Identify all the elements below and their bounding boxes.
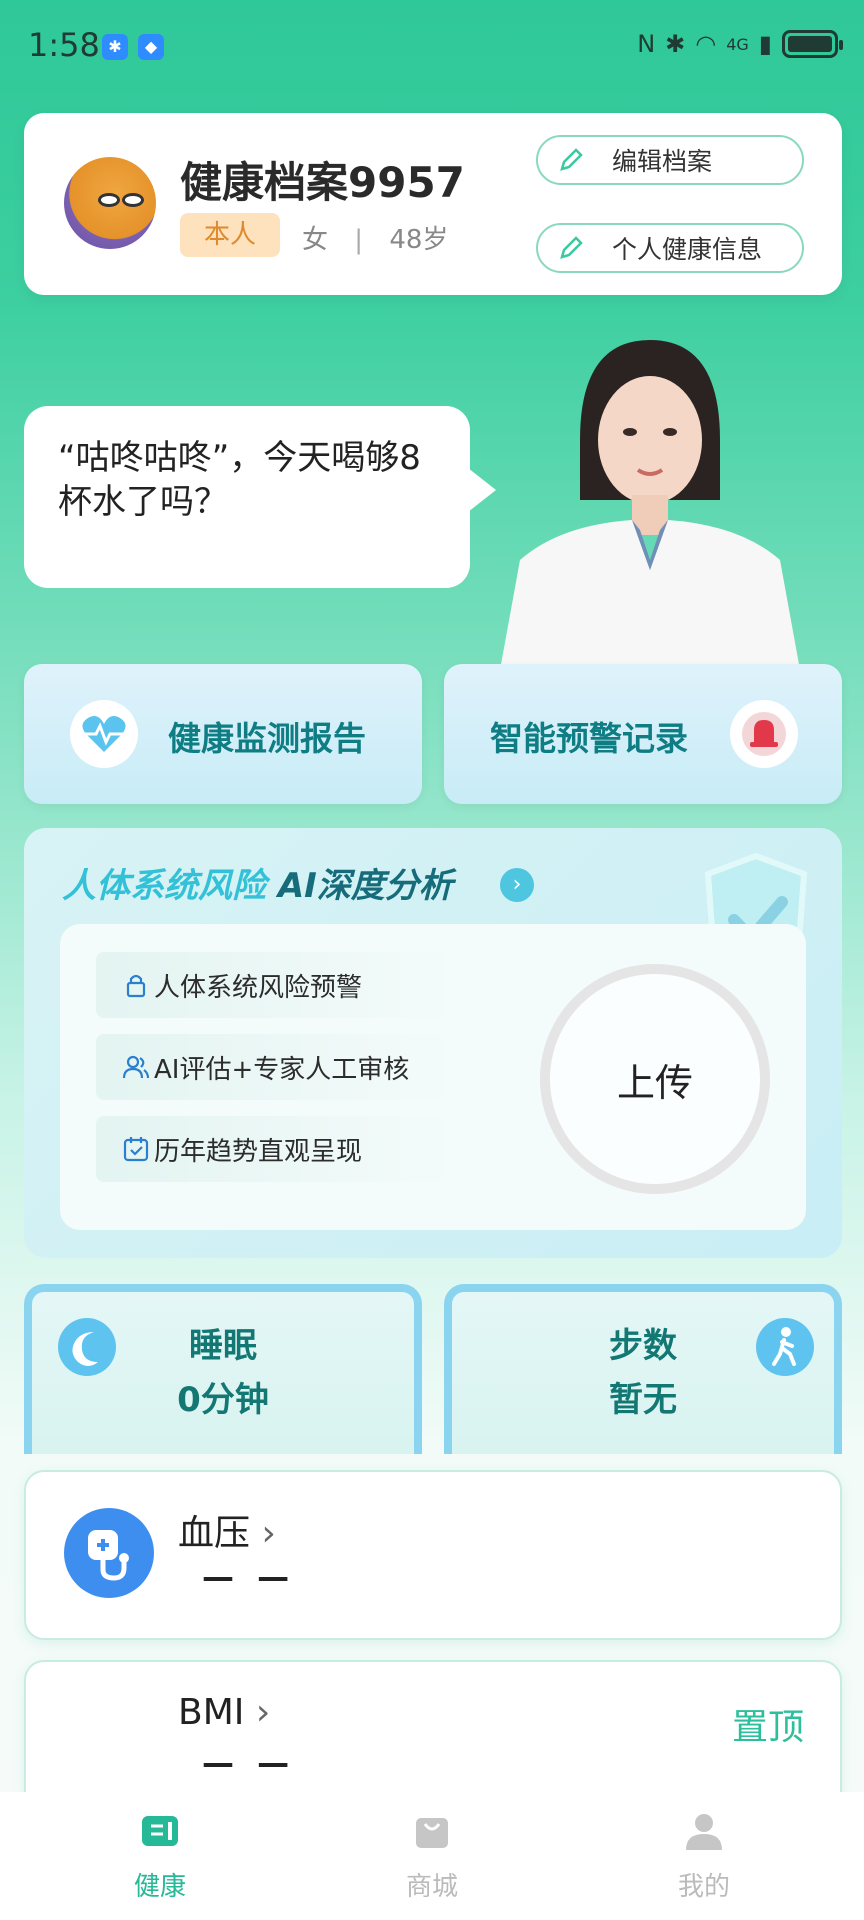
feature-label: AI评估+专家人工审核 [154, 1054, 410, 1085]
ai-analysis-panel: 人体系统风险预警 AI评估+专家人工审核 历年趋势直观呈现 上传 [60, 924, 806, 1230]
stethoscope-icon [64, 1508, 154, 1598]
chevron-right-icon: › [255, 1692, 271, 1733]
shield-app-icon: ◆ [138, 34, 164, 60]
chevron-right-icon: › [261, 1513, 276, 1554]
chevron-right-icon[interactable]: › [500, 868, 534, 902]
user-icon [686, 1814, 722, 1850]
steps-value: 暂无 [609, 1380, 677, 1420]
walking-icon [756, 1318, 814, 1376]
tab-mine[interactable]: 我的 [624, 1810, 784, 1903]
profile-card: 健康档案9957 本人 女 | 48岁 编辑档案 个人健康信息 [24, 113, 842, 295]
blood-pressure-label: 血压 [178, 1513, 251, 1554]
tab-mine-label: 我的 [677, 1872, 730, 1902]
avatar[interactable] [64, 157, 156, 249]
profile-meta: 女 | 48岁 [302, 219, 448, 256]
sleep-card[interactable]: 睡眠 0分钟 [24, 1284, 422, 1454]
personal-health-info-button[interactable]: 个人健康信息 [536, 223, 804, 273]
blood-pressure-card[interactable]: 血压 › — — [24, 1470, 842, 1640]
health-report-card[interactable]: 健康监测报告 [24, 664, 422, 804]
feature-label: 人体系统风险预警 [154, 972, 363, 1003]
heart-monitor-icon [70, 700, 138, 768]
shopping-bag-icon [416, 1818, 448, 1848]
blood-pressure-title: 血压 › [178, 1504, 276, 1556]
bluetooth-icon: ✱ [102, 34, 128, 60]
status-time: 1:58 [28, 26, 100, 64]
sleep-label: 睡眠 [189, 1326, 257, 1366]
profile-name: 健康档案9957 [180, 158, 465, 207]
feature-ai-expert-review: AI评估+专家人工审核 [96, 1034, 456, 1100]
alarm-bell-icon [730, 700, 798, 768]
meta-separator: | [354, 225, 364, 255]
gender-text: 女 [302, 225, 329, 255]
calendar-check-icon [123, 1137, 149, 1162]
doctor-avatar-illustration [500, 340, 800, 670]
sleep-value: 0分钟 [177, 1380, 269, 1420]
bmi-label: BMI [178, 1692, 245, 1733]
pencil-icon [560, 148, 583, 171]
pencil-icon [560, 236, 583, 259]
feature-label: 历年趋势直观呈现 [154, 1136, 363, 1167]
ai-title-part1: 人体系统风险 [62, 866, 266, 906]
feature-yearly-trend: 历年趋势直观呈现 [96, 1116, 456, 1182]
tab-health[interactable]: 健康 [80, 1810, 240, 1903]
edit-profile-label: 编辑档案 [612, 147, 713, 176]
bluetooth-status-icon: ✱ [665, 30, 686, 58]
tab-mall[interactable]: 商城 [352, 1810, 512, 1903]
ai-analysis-title: 人体系统风险 AI深度分析 [62, 858, 453, 907]
tab-health-label: 健康 [133, 1872, 186, 1902]
smart-warning-card[interactable]: 智能预警记录 [444, 664, 842, 804]
battery-icon [782, 30, 843, 58]
upload-button[interactable]: 上传 [540, 964, 770, 1194]
bottom-tab-bar: 健康 商城 我的 [0, 1792, 864, 1920]
assistant-speech-bubble: “咕咚咕咚”，今天喝够8杯水了吗？ [24, 406, 496, 588]
nfc-icon: N [637, 30, 656, 58]
relation-tag: 本人 [180, 213, 280, 257]
smart-warning-label: 智能预警记录 [490, 719, 688, 758]
feature-risk-warning: 人体系统风险预警 [96, 952, 456, 1018]
health-dashboard-icon [142, 1816, 178, 1846]
tab-mall-label: 商城 [405, 1872, 458, 1902]
ai-title-part2: AI深度分析 [266, 866, 453, 906]
status-bar: 1:58 ✱ ◆ N ✱ ◠ 4G ▮ [0, 0, 864, 90]
pin-to-top-button[interactable]: 置顶 [732, 1698, 804, 1750]
edit-profile-button[interactable]: 编辑档案 [536, 135, 804, 185]
signal-icon: ▮ [758, 30, 772, 58]
bmi-value: — — [202, 1744, 296, 1782]
personal-health-info-label: 个人健康信息 [612, 235, 763, 264]
status-icons: N ✱ ◠ 4G ▮ [637, 30, 843, 58]
health-report-label: 健康监测报告 [168, 719, 366, 758]
blood-pressure-value: — — [202, 1558, 296, 1596]
age-text: 48岁 [389, 225, 449, 255]
users-icon [122, 1055, 150, 1079]
ai-risk-analysis-card[interactable]: 人体系统风险 AI深度分析 › 人体系统风险预警 AI评估+专家人工审核 历年趋… [24, 828, 842, 1258]
steps-card[interactable]: 步数 暂无 [444, 1284, 842, 1454]
network-type: 4G [726, 34, 749, 54]
lock-icon [126, 974, 146, 998]
wifi-icon: ◠ [695, 30, 717, 58]
bmi-title: BMI › [178, 1692, 270, 1733]
